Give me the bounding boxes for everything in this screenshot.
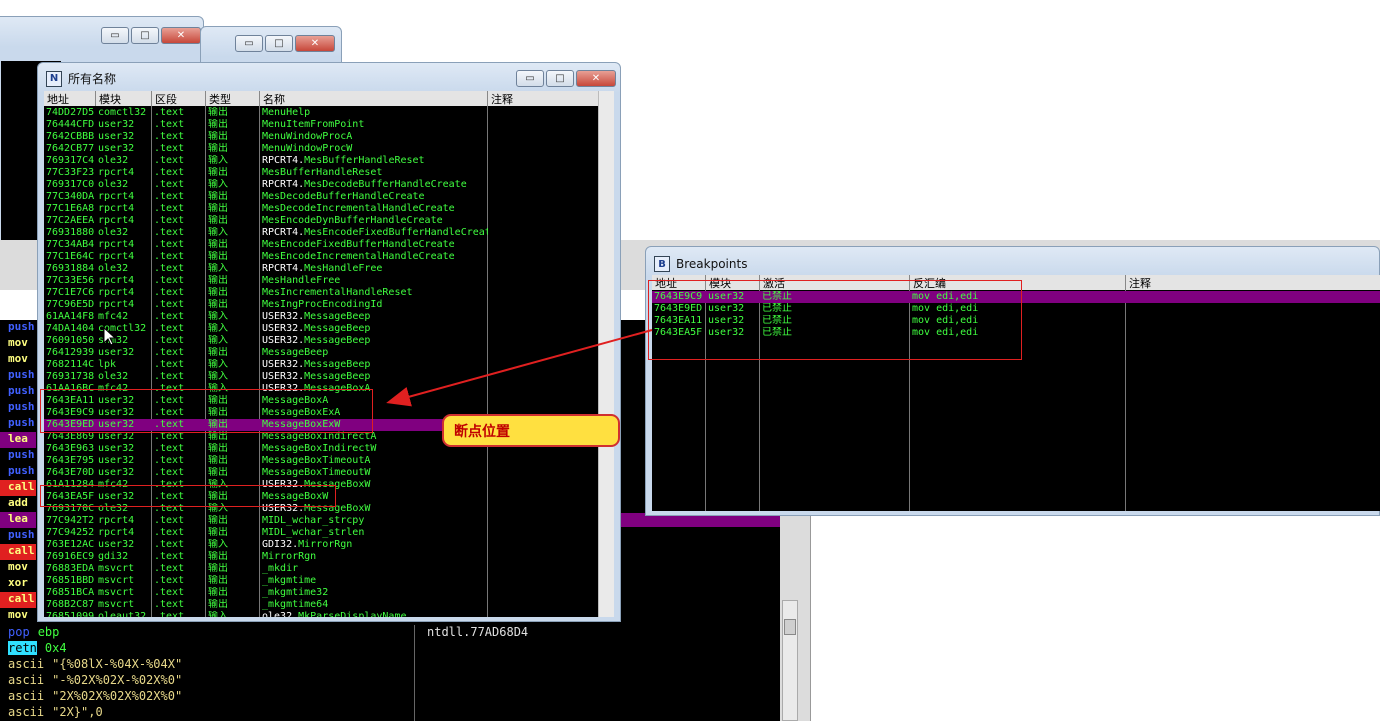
mouse-cursor-icon	[104, 328, 116, 346]
annotation-arrow	[386, 329, 653, 407]
callout-breakpoint-location: 断点位置	[442, 414, 620, 447]
